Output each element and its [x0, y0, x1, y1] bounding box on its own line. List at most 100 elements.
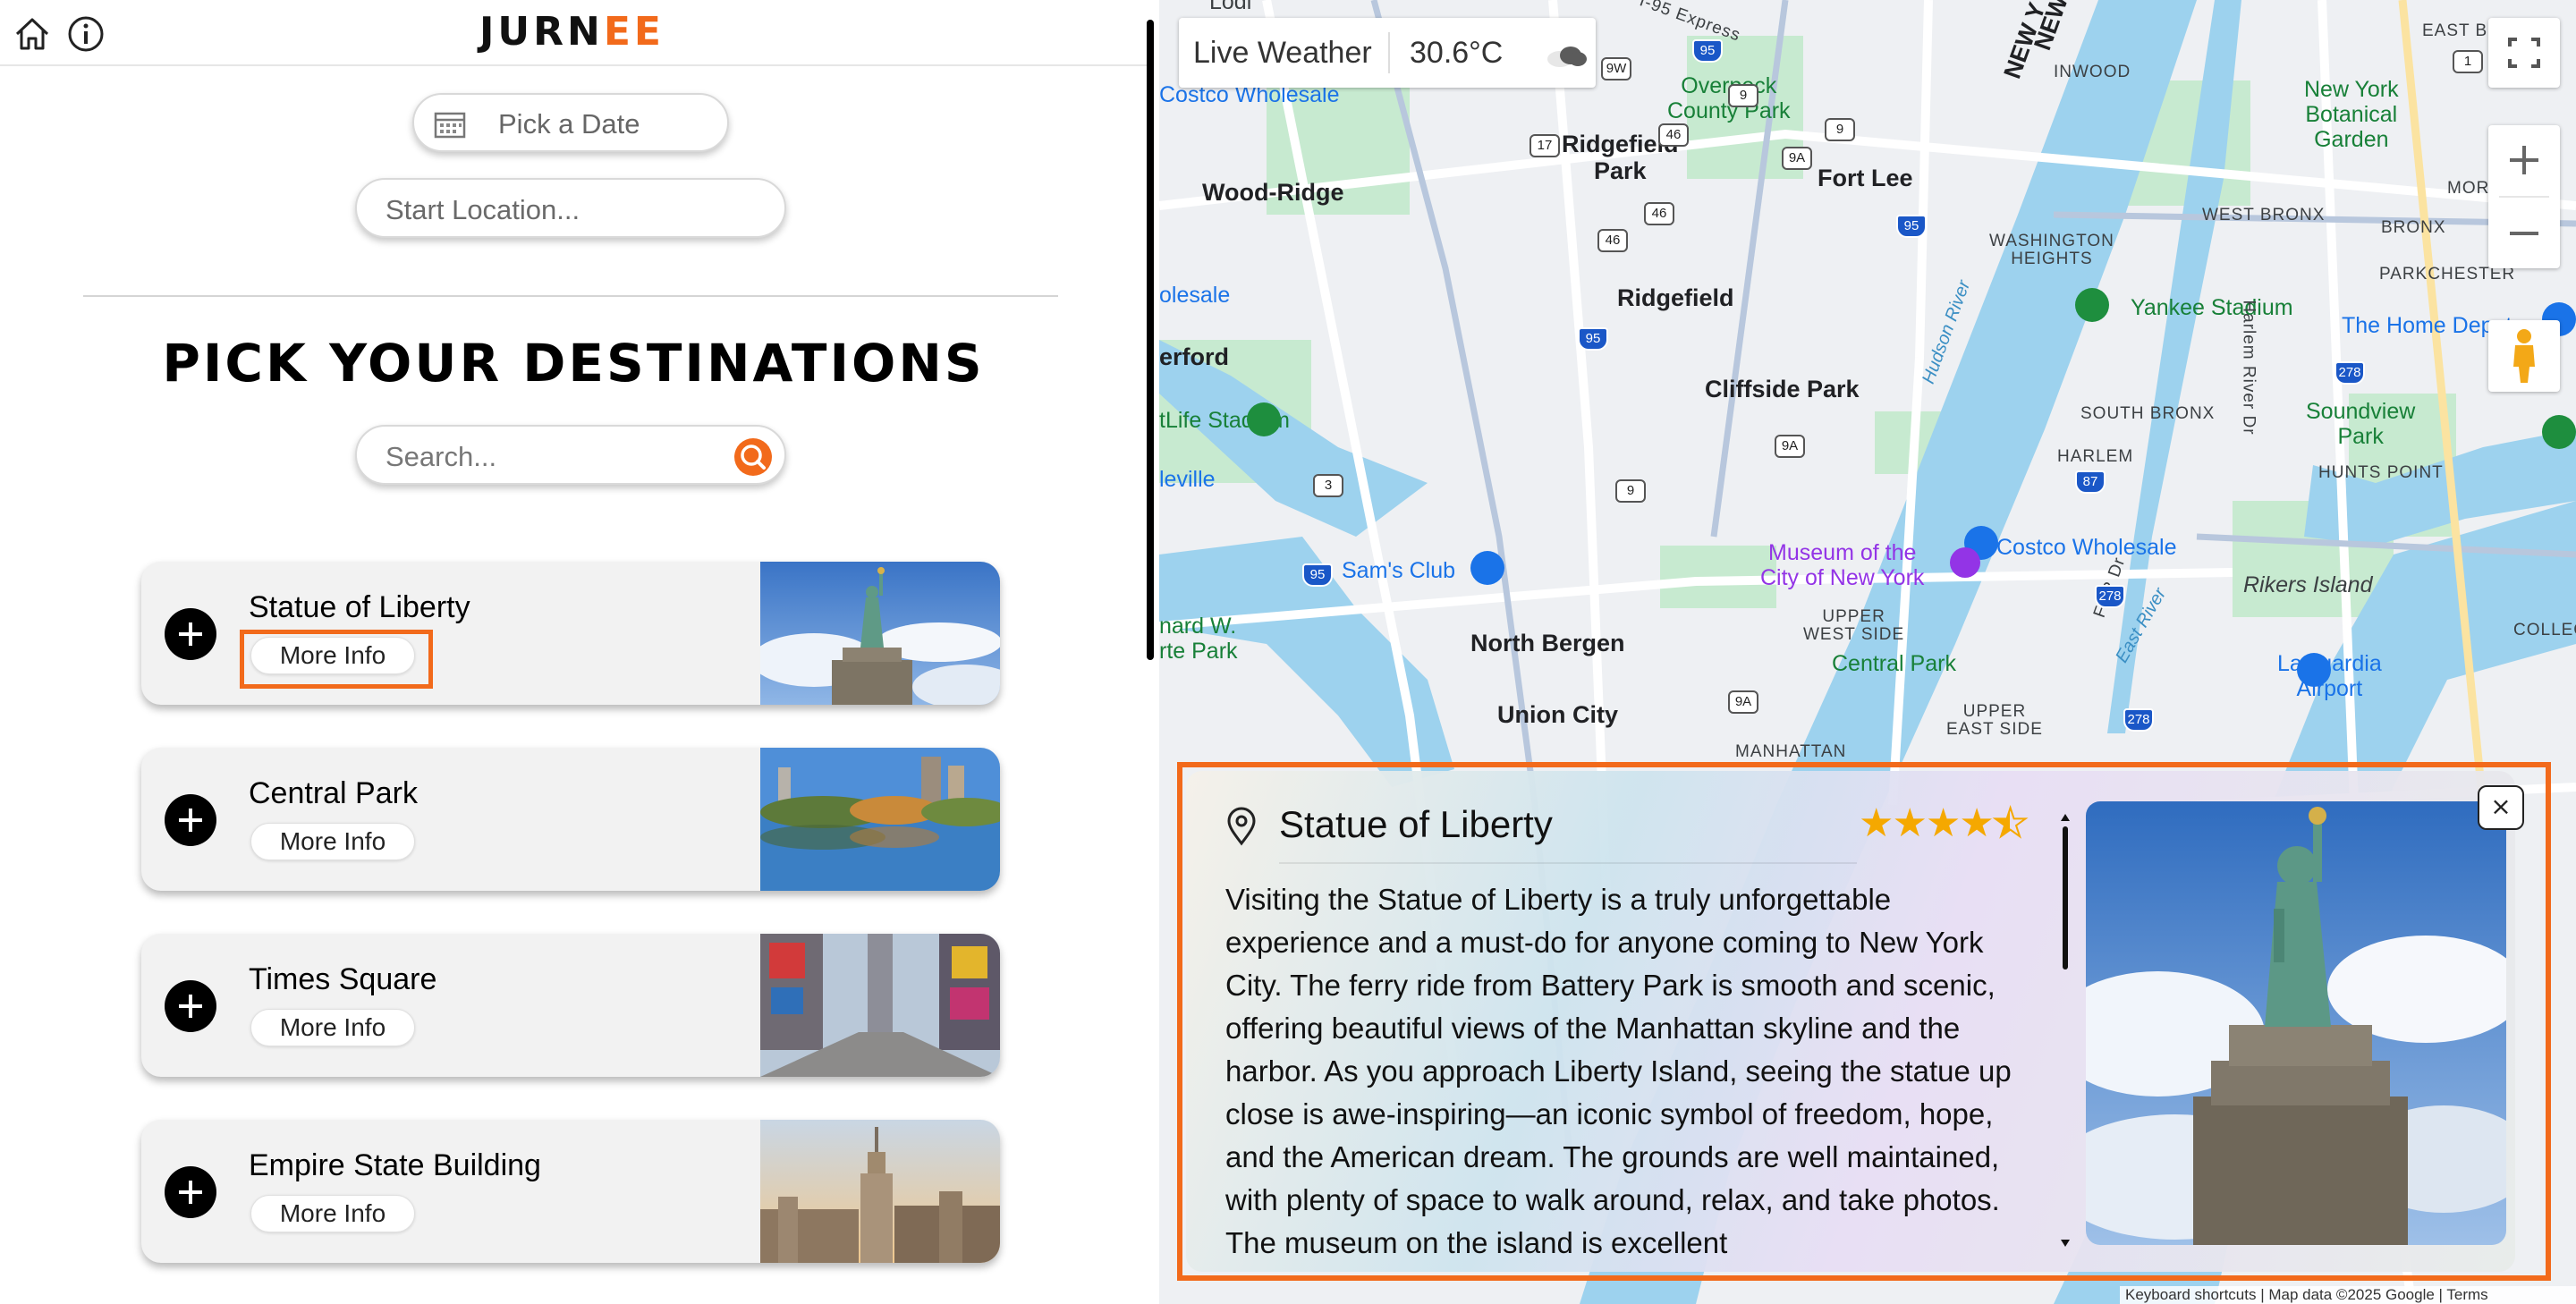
- highway-shield: 95: [1302, 563, 1333, 587]
- info-icon[interactable]: [66, 14, 106, 54]
- destination-info-panel: Statue of Liberty ★★★★★★ Visiting the St…: [1186, 771, 2515, 1272]
- map-label: Museum of the City of New York: [1760, 540, 1925, 590]
- destination-photo: [760, 1120, 1000, 1263]
- stadium-pin-icon[interactable]: [2075, 288, 2109, 322]
- map-label: nard W. rte Park: [1159, 614, 1238, 664]
- destination-photo: [760, 934, 1000, 1077]
- add-destination-button[interactable]: [165, 980, 216, 1032]
- star-icon: ★: [1859, 800, 1894, 846]
- star-icon: ★: [1959, 800, 1994, 846]
- app-logo: JURNEE: [479, 9, 665, 55]
- map-label: Costco Wholesale: [1996, 535, 2177, 560]
- map-credits[interactable]: Keyboard shortcuts | Map data ©2025 Goog…: [2120, 1286, 2576, 1304]
- weather-temperature: 30.6°C: [1410, 36, 1504, 70]
- highway-shield: 46: [1658, 123, 1689, 147]
- fullscreen-button[interactable]: [2488, 18, 2560, 88]
- stadium-pin-icon[interactable]: [1247, 402, 1281, 436]
- cloudy-icon: [1547, 47, 1587, 67]
- divider: [2499, 196, 2549, 198]
- map-label: Soundview Park: [2306, 399, 2416, 449]
- top-bar: JURNEE: [0, 0, 1147, 66]
- map-label: WASHINGTON HEIGHTS: [1989, 232, 2114, 268]
- map-label: New York Botanical Garden: [2304, 77, 2399, 152]
- highway-shield: 9A: [1782, 147, 1812, 170]
- map-label: Sam's Club: [1342, 558, 1456, 583]
- map-label: INWOOD: [2054, 63, 2131, 81]
- add-destination-button[interactable]: [165, 794, 216, 846]
- star-half-icon: ★★: [1992, 800, 2029, 847]
- description-scrollbar[interactable]: [2061, 814, 2070, 1247]
- map-label: EAST B: [2422, 21, 2488, 40]
- search-input[interactable]: Search...: [355, 425, 786, 485]
- map-label: Wood-Ridge: [1202, 179, 1344, 206]
- more-info-button[interactable]: More Info: [250, 1195, 415, 1232]
- info-photo: [2086, 801, 2506, 1245]
- map-label: UPPER EAST SIDE: [1946, 702, 2043, 739]
- home-icon[interactable]: [13, 14, 52, 54]
- add-destination-button[interactable]: [165, 1166, 216, 1218]
- map-label: MANHATTAN: [1735, 742, 1847, 761]
- map-label: Lodi: [1209, 0, 1252, 14]
- map-label: leville: [1159, 467, 1216, 492]
- rating-stars: ★★★★★★: [1859, 800, 2029, 847]
- more-info-button[interactable]: More Info: [250, 823, 415, 860]
- left-panel-scrollbar[interactable]: [1147, 20, 1154, 660]
- destination-photo: [760, 748, 1000, 891]
- highway-shield: 95: [1896, 215, 1927, 238]
- highway-shield: 9: [1825, 118, 1855, 141]
- add-destination-button[interactable]: [165, 608, 216, 660]
- highway-shield: 9A: [1728, 690, 1758, 714]
- highway-shield: 95: [1692, 39, 1723, 63]
- map-label: Harlem River Dr: [2239, 300, 2258, 436]
- left-panel: JURNEE Pick a Date Start Location... PIC…: [0, 0, 1147, 1304]
- map-label: Ridgefield: [1617, 284, 1734, 311]
- highway-shield: 9: [1728, 84, 1758, 107]
- destination-photo: [760, 562, 1000, 705]
- airport-pin-icon[interactable]: [2297, 653, 2331, 687]
- highway-shield: 278: [2334, 361, 2365, 385]
- destination-name: Central Park: [249, 776, 418, 810]
- map-label: erford: [1159, 343, 1230, 370]
- map-label: BRONX: [2381, 218, 2446, 237]
- close-button[interactable]: ×: [2478, 785, 2524, 830]
- search-button[interactable]: [734, 438, 772, 476]
- pick-date-button[interactable]: Pick a Date: [412, 93, 729, 152]
- search-placeholder: Search...: [386, 441, 497, 472]
- destination-card: Empire State Building More Info: [141, 1120, 1000, 1263]
- zoom-in-button[interactable]: [2488, 125, 2560, 195]
- divider: [1388, 32, 1390, 73]
- map-label: The Home Depot: [2342, 313, 2512, 338]
- highway-shield: 278: [2095, 585, 2125, 608]
- fullscreen-icon: [2508, 38, 2540, 68]
- divider: [1279, 862, 1857, 864]
- info-description: Visiting the Statue of Liberty is a trul…: [1225, 883, 2012, 1254]
- map-label: HUNTS POINT: [2318, 463, 2444, 482]
- destination-name: Times Square: [249, 962, 437, 996]
- pegman-icon: [2513, 329, 2535, 383]
- star-icon: ★: [1925, 800, 1961, 846]
- street-view-pegman[interactable]: [2488, 320, 2560, 392]
- map-label: Rikers Island: [2243, 572, 2373, 597]
- highway-shield: 9W: [1601, 57, 1631, 80]
- map-label: Yankee Stadium: [2131, 295, 2293, 320]
- info-title: Statue of Liberty: [1279, 803, 1553, 845]
- highway-shield: 3: [1313, 474, 1343, 497]
- section-title: PICK YOUR DESTINATIONS: [162, 333, 985, 394]
- start-location-input[interactable]: Start Location...: [355, 178, 786, 238]
- more-info-button[interactable]: More Info: [250, 1009, 415, 1046]
- map-label: Central Park: [1832, 651, 1956, 676]
- zoom-out-button[interactable]: [2488, 199, 2560, 268]
- shopping-pin-icon[interactable]: [1470, 551, 1504, 585]
- map-label: UPPER WEST SIDE: [1803, 607, 1905, 644]
- museum-pin-icon[interactable]: [1950, 547, 1980, 578]
- live-weather-widget: Live Weather 30.6°C: [1179, 18, 1596, 88]
- search-icon: [741, 445, 766, 470]
- zoom-controls: [2488, 125, 2560, 268]
- highway-shield: 95: [1578, 327, 1608, 351]
- weather-label: Live Weather: [1193, 36, 1372, 70]
- pick-date-label: Pick a Date: [498, 108, 640, 140]
- calendar-icon: [434, 112, 466, 139]
- park-pin-icon[interactable]: [2542, 415, 2576, 449]
- highway-shield: 9A: [1775, 435, 1805, 458]
- map-label: COLLEGE: [2513, 621, 2576, 639]
